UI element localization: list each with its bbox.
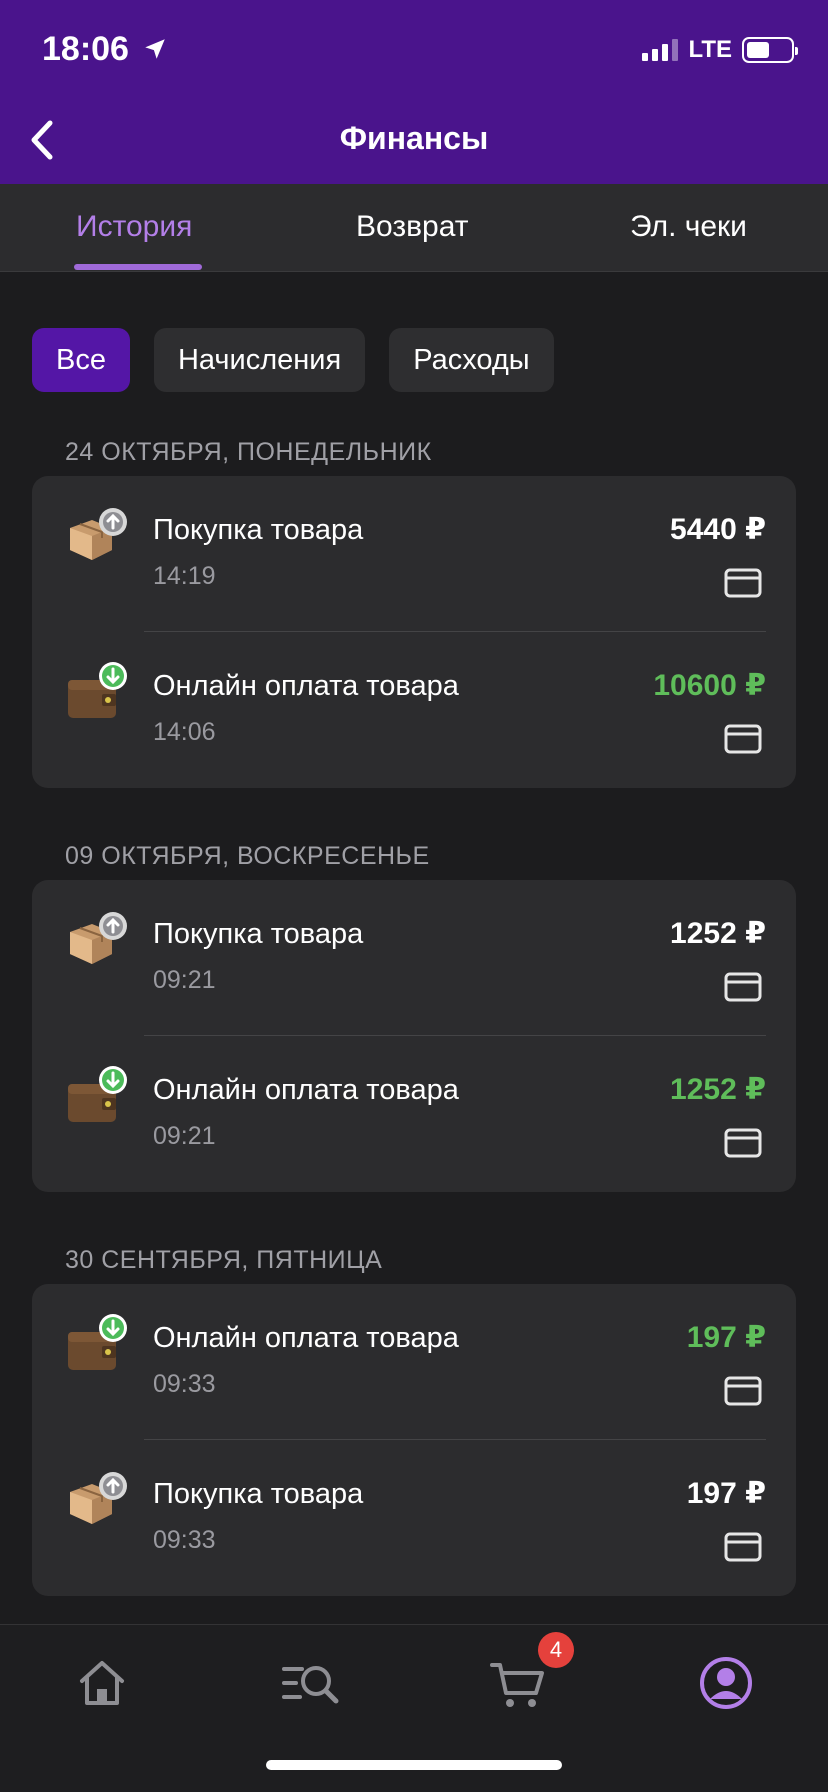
home-indicator xyxy=(266,1760,562,1770)
section-date: 24 ОКТЯБРЯ, ПОНЕДЕЛЬНИК xyxy=(65,438,432,466)
nav-profile-button[interactable] xyxy=(696,1653,756,1713)
status-indicators: LTE xyxy=(642,36,798,64)
transaction-row[interactable]: Онлайн оплата товара 09:21 1252 ₽ xyxy=(32,1036,796,1192)
tab-bar: История Возврат Эл. чеки xyxy=(0,184,828,272)
bank-card-icon xyxy=(724,972,762,1002)
box-upload-icon xyxy=(70,508,127,560)
section-date: 09 ОКТЯБРЯ, ВОСКРЕСЕНЬЕ xyxy=(65,842,430,870)
transaction-amount: 10600 ₽ xyxy=(653,669,766,702)
wallet-download-icon xyxy=(68,1314,127,1370)
box-upload-icon xyxy=(70,1472,127,1524)
transaction-card: Покупка товара 09:21 1252 ₽ Онлайн оплат… xyxy=(32,880,796,1192)
status-time: 18:06 xyxy=(42,30,168,69)
filter-all-chip[interactable]: Все xyxy=(32,328,130,392)
box-upload-icon xyxy=(70,912,127,964)
transaction-title: Онлайн оплата товара xyxy=(153,1074,459,1106)
transaction-row[interactable]: Покупка товара 14:19 5440 ₽ xyxy=(32,476,796,632)
transaction-title: Онлайн оплата товара xyxy=(153,1322,459,1354)
bank-card-icon xyxy=(724,1376,762,1406)
battery-icon xyxy=(742,37,798,63)
transaction-row[interactable]: Покупка товара 09:33 197 ₽ xyxy=(32,1440,796,1596)
transaction-time: 14:19 xyxy=(153,562,216,590)
bank-card-icon xyxy=(724,568,762,598)
signal-icon xyxy=(642,39,679,61)
transaction-time: 09:21 xyxy=(153,966,216,994)
nav-home-button[interactable] xyxy=(72,1653,132,1713)
transaction-card: Онлайн оплата товара 09:33 197 ₽ Покупка… xyxy=(32,1284,796,1596)
transaction-time: 09:21 xyxy=(153,1122,216,1150)
app-header: 18:06 LTE Финансы xyxy=(0,0,828,184)
status-time-text: 18:06 xyxy=(42,30,129,68)
bank-card-icon xyxy=(724,724,762,754)
wallet-download-icon xyxy=(68,662,127,718)
transaction-row[interactable]: Онлайн оплата товара 09:33 197 ₽ xyxy=(32,1284,796,1440)
profile-icon xyxy=(700,1657,752,1709)
transaction-card: Покупка товара 14:19 5440 ₽ Онлайн оплат… xyxy=(32,476,796,788)
filter-credits-chip[interactable]: Начисления xyxy=(153,328,366,392)
transaction-time: 09:33 xyxy=(153,1526,216,1554)
transaction-time: 09:33 xyxy=(153,1370,216,1398)
tab-e-receipts[interactable]: Эл. чеки xyxy=(630,210,747,244)
section-date: 30 СЕНТЯБРЯ, ПЯТНИЦА xyxy=(65,1246,383,1274)
page-title: Финансы xyxy=(339,120,489,156)
transaction-amount: 197 ₽ xyxy=(686,1321,766,1354)
active-tab-indicator xyxy=(74,264,202,270)
transaction-amount: 1252 ₽ xyxy=(670,917,766,950)
transaction-row[interactable]: Покупка товара 09:21 1252 ₽ xyxy=(32,880,796,1036)
transaction-amount: 1252 ₽ xyxy=(670,1073,766,1106)
nav-catalog-button[interactable] xyxy=(280,1653,340,1713)
transaction-title: Онлайн оплата товара xyxy=(153,670,459,702)
cart-badge: 4 xyxy=(538,1632,574,1668)
catalog-search-icon xyxy=(282,1666,339,1704)
filter-chips: Все Начисления Расходы xyxy=(32,328,554,392)
filter-expenses-chip[interactable]: Расходы xyxy=(389,328,554,392)
transaction-title: Покупка товара xyxy=(153,1478,364,1510)
bank-card-icon xyxy=(724,1128,762,1158)
transaction-title: Покупка товара xyxy=(153,918,364,950)
cart-icon xyxy=(490,1663,544,1707)
nav-cart-button[interactable] xyxy=(488,1653,548,1713)
transaction-title: Покупка товара xyxy=(153,514,364,546)
transaction-time: 14:06 xyxy=(153,718,216,746)
location-arrow-icon xyxy=(145,39,166,59)
tab-history[interactable]: История xyxy=(76,210,192,244)
transaction-amount: 197 ₽ xyxy=(686,1477,766,1510)
wallet-download-icon xyxy=(68,1066,127,1122)
home-icon xyxy=(80,1661,124,1705)
transaction-row[interactable]: Онлайн оплата товара 14:06 10600 ₽ xyxy=(32,632,796,788)
transaction-amount: 5440 ₽ xyxy=(670,513,766,546)
bank-card-icon xyxy=(724,1532,762,1562)
network-label: LTE xyxy=(688,36,732,63)
tab-returns[interactable]: Возврат xyxy=(356,210,469,244)
